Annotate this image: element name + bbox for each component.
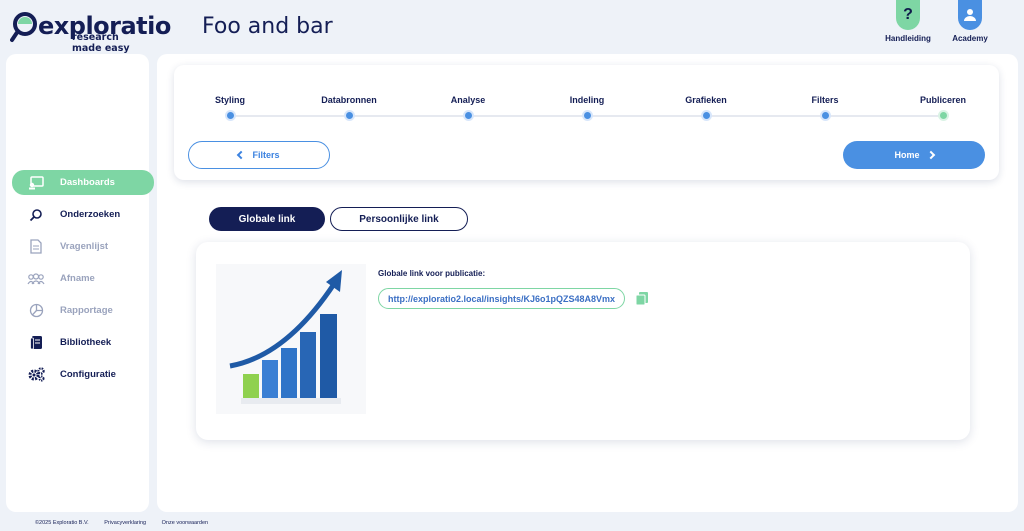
wizard-step-dot <box>819 110 831 121</box>
sidebar-item-configuratie[interactable]: Configuratie <box>12 362 154 387</box>
publish-url-field[interactable]: http://exploratio2.local/insights/KJ6o1p… <box>378 288 625 309</box>
wizard-step-databronnen[interactable]: Databronnen <box>299 95 399 121</box>
people-icon <box>25 271 47 287</box>
library-icon <box>25 335 47 351</box>
question-icon: ? <box>896 0 920 30</box>
academy-button[interactable]: Academy <box>940 0 1000 46</box>
footer-copyright: ©2025 Exploratio B.V. <box>35 520 89 526</box>
wizard-step-label: Databronnen <box>321 95 377 105</box>
pie-chart-icon <box>25 303 47 319</box>
document-icon <box>25 239 47 255</box>
wizard-step-grafieken[interactable]: Grafieken <box>656 95 756 121</box>
wizard-step-styling[interactable]: Styling <box>180 95 280 121</box>
tab-global-link[interactable]: Globale link <box>209 207 325 231</box>
wizard-step-label: Styling <box>214 95 245 105</box>
wizard-step-indeling[interactable]: Indeling <box>537 95 637 121</box>
sidebar-item-rapportage[interactable]: Rapportage <box>12 298 154 323</box>
sidebar-item-label: Bibliotheek <box>60 337 112 348</box>
academy-label: Academy <box>952 34 988 43</box>
sidebar-item-label: Configuratie <box>60 369 116 380</box>
wizard-step-label: Publiceren <box>919 95 966 105</box>
search-icon <box>25 207 47 223</box>
wizard-step-dot <box>700 110 712 121</box>
wizard-step-dot <box>581 110 593 121</box>
brand-tagline: research made easy <box>72 32 130 54</box>
handleiding-button[interactable]: ? Handleiding <box>878 0 938 46</box>
home-button-label: Home <box>894 150 920 160</box>
footer: ©2025 Exploratio B.V. Privacyverklaring … <box>35 520 222 526</box>
sidebar-item-label: Onderzoeken <box>60 209 121 220</box>
wizard-step-label: Indeling <box>569 95 605 105</box>
dashboard-icon <box>25 175 47 191</box>
publish-link-label: Globale link voor publicatie: <box>378 269 486 278</box>
sidebar-item-label: Rapportage <box>60 305 113 316</box>
chevron-right-icon <box>926 150 935 160</box>
footer-privacy-link[interactable]: Privacyverklaring <box>104 520 146 526</box>
tab-personal-link[interactable]: Persoonlijke link <box>330 207 468 231</box>
wizard-step-label: Analyse <box>450 95 486 105</box>
handleiding-label: Handleiding <box>885 34 931 43</box>
sidebar-item-label: Vragenlijst <box>60 241 109 252</box>
copy-icon[interactable] <box>635 291 649 306</box>
back-to-filters-button[interactable]: Filters <box>188 141 330 169</box>
growth-chart-illustration <box>216 264 366 414</box>
home-button[interactable]: Home <box>843 141 985 169</box>
sidebar-item-dashboards[interactable]: Dashboards <box>12 170 154 195</box>
chevron-left-icon <box>237 150 246 160</box>
wizard-step-analyse[interactable]: Analyse <box>418 95 518 121</box>
wizard-step-label: Grafieken <box>685 95 727 105</box>
back-button-label: Filters <box>252 150 280 160</box>
user-icon <box>958 0 982 30</box>
gears-icon <box>25 367 47 383</box>
wizard-step-label: Filters <box>811 95 839 105</box>
brand-logo[interactable]: exploratio research made easy <box>10 10 171 54</box>
sidebar-item-label: Dashboards <box>60 177 115 188</box>
wizard-step-dot <box>462 110 474 121</box>
sidebar-item-afname[interactable]: Afname <box>12 266 154 291</box>
sidebar-item-vragenlijst[interactable]: Vragenlijst <box>12 234 154 259</box>
sidebar-item-onderzoeken[interactable]: Onderzoeken <box>12 202 154 227</box>
wizard-step-filters[interactable]: Filters <box>775 95 875 121</box>
sidebar-item-bibliotheek[interactable]: Bibliotheek <box>12 330 154 355</box>
wizard-step-publiceren[interactable]: Publiceren <box>893 95 993 121</box>
wizard-step-dot <box>224 110 236 121</box>
wizard-step-dot <box>937 110 949 121</box>
wizard-step-dot <box>343 110 355 121</box>
footer-terms-link[interactable]: Onze voorwaarden <box>162 520 208 526</box>
sidebar-item-label: Afname <box>60 273 95 284</box>
page-title: Foo and bar <box>202 14 333 39</box>
